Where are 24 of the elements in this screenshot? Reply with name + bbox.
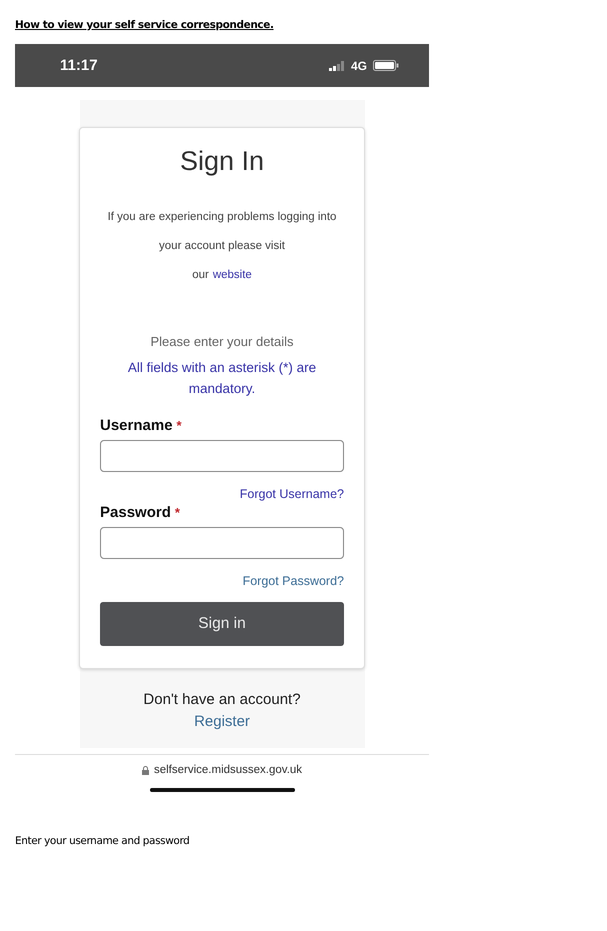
mandatory-note: All fields with an asterisk (*) are mandatory. [126,359,318,398]
help-notice-tail: our [192,268,209,283]
sign-in-title: Sign In [180,146,264,177]
battery-icon [373,60,399,71]
forgot-link[interactable]: Forgot Password? [242,574,344,588]
input-field[interactable] [100,440,344,472]
required-mark: * [174,505,180,520]
signal-icon [328,60,345,70]
required-mark: * [176,418,182,433]
network-type: 4G [350,58,367,72]
sign-in-button[interactable]: Sign in [100,602,344,646]
register-link[interactable]: Register [194,713,250,730]
field-label: Password [100,504,171,521]
document-heading: How to view your self service correspondence. [15,19,274,31]
status-time: 11:17 [60,57,98,74]
website-link[interactable]: website [212,261,252,290]
details-prompt: Please enter your details [150,334,294,349]
lock-icon [142,766,149,774]
field-label: Username [100,417,173,434]
url-text[interactable]: selfservice.midsussex.gov.uk [154,764,302,776]
input-field[interactable] [100,527,344,559]
account-question: Don't have an account? [143,691,301,708]
forgot-link[interactable]: Forgot Username? [240,487,344,501]
document-caption: Enter your username and password [15,835,190,847]
